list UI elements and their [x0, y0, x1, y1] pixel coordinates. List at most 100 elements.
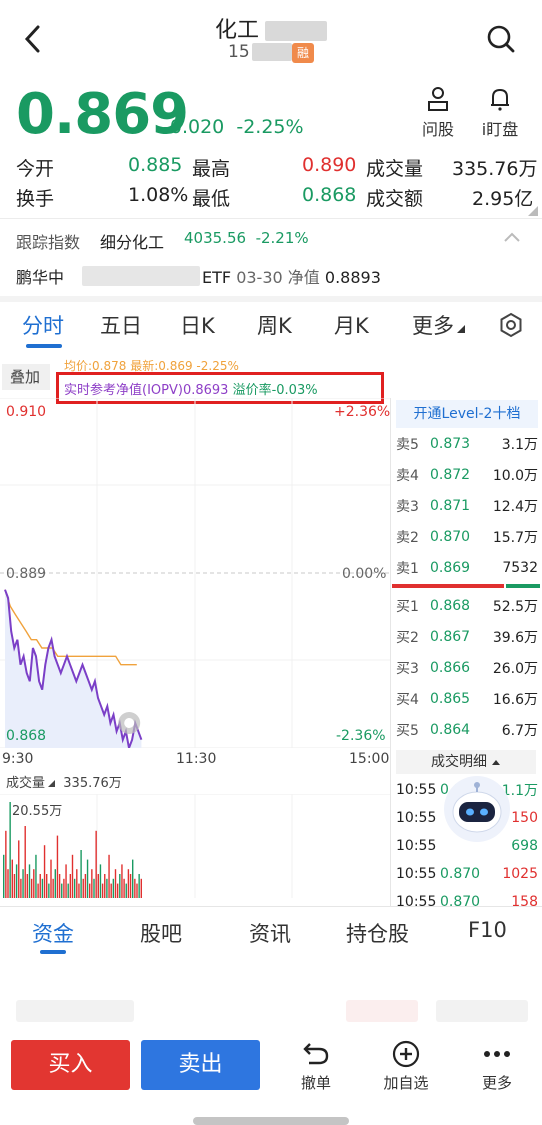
pct-top-label: +2.36% — [334, 404, 391, 420]
pct-bottom-label: -2.36% — [336, 728, 386, 744]
volume-bar — [33, 869, 35, 898]
undo-icon — [303, 1043, 329, 1065]
volume-bar — [39, 874, 41, 898]
tab-forum[interactable]: 股吧 — [140, 918, 182, 948]
volume-bar — [99, 864, 102, 898]
page-title: 化工 — [0, 12, 542, 44]
level2-button[interactable]: 开通Level-2十档 — [396, 400, 538, 428]
ask-row[interactable]: 卖2 0.870 15.7万 — [396, 521, 538, 553]
volume-chart — [0, 794, 390, 898]
volume-bar — [110, 883, 112, 898]
volume-bar — [5, 830, 7, 898]
tracking-index-value: 4035.56 -2.21% — [184, 229, 309, 247]
ask-level-label: 卖1 — [396, 561, 419, 577]
add-watchlist-button[interactable]: 加自选 — [376, 1040, 436, 1093]
sell-button[interactable]: 卖出 — [141, 1040, 260, 1090]
volume-bar — [76, 869, 78, 898]
bid-price: 0.866 — [430, 660, 471, 676]
volume-bar — [37, 883, 39, 898]
divider — [0, 906, 542, 907]
y-mid-label: 0.889 — [6, 566, 47, 582]
volume-bar — [11, 859, 13, 898]
volume-bar — [13, 874, 16, 898]
divider — [0, 218, 542, 219]
ask-stock-button[interactable]: 问股 — [416, 86, 460, 140]
volume-bar — [140, 878, 142, 898]
bid-level-label: 买5 — [396, 723, 419, 739]
tab-daily-k[interactable]: 日K — [180, 310, 215, 340]
robot-icon — [452, 782, 502, 833]
ask-level-label: 卖3 — [396, 499, 419, 515]
volume-bar — [108, 854, 110, 898]
bid-row[interactable]: 买4 0.865 16.6万 — [396, 683, 538, 715]
bell-icon — [491, 88, 509, 111]
volume-bar — [119, 874, 121, 898]
fund-name[interactable]: 鹏华中 — [16, 264, 64, 288]
home-indicator[interactable] — [193, 1117, 349, 1125]
ask-volume: 3.1万 — [501, 437, 538, 453]
bid-row[interactable]: 买1 0.868 52.5万 — [396, 590, 538, 622]
fund-info: ETF 03-30 净值 0.8893 — [202, 268, 381, 287]
volume-bar — [35, 854, 37, 898]
tab-weekly-k[interactable]: 周K — [257, 310, 292, 340]
redacted-block — [346, 1000, 418, 1022]
bid-row[interactable]: 买5 0.864 6.7万 — [396, 714, 538, 746]
stat-low-value: 0.868 — [302, 184, 357, 206]
ask-row[interactable]: 卖1 0.869 7532 — [396, 552, 538, 584]
trade-detail-header[interactable]: 成交明细 — [396, 750, 536, 774]
stat-amount-value: 2.95亿 — [472, 188, 534, 210]
y-bottom-label: 0.868 — [6, 728, 47, 744]
stat-low-label: 最低 — [192, 188, 231, 210]
tab-holdings[interactable]: 持仓股 — [346, 918, 409, 948]
ask-row[interactable]: 卖3 0.871 12.4万 — [396, 490, 538, 522]
stat-open-value: 0.885 — [128, 154, 183, 176]
trade-time: 10:55 — [396, 866, 437, 882]
stat-turnover-value: 1.08% — [128, 184, 189, 206]
volume-bar — [89, 883, 91, 898]
volume-bar — [104, 874, 106, 898]
buy-button[interactable]: 买入 — [11, 1040, 130, 1090]
more-button[interactable]: 更多 — [467, 1040, 527, 1093]
stat-volume-value: 335.76万 — [452, 158, 538, 180]
last-point-dot — [124, 718, 135, 728]
cancel-order-button[interactable]: 撤单 — [286, 1040, 346, 1093]
search-button[interactable] — [486, 24, 516, 58]
ask-row[interactable]: 卖5 0.873 3.1万 — [396, 428, 538, 460]
tab-intraday[interactable]: 分时 — [22, 310, 64, 340]
intraday-chart[interactable] — [0, 398, 390, 748]
assistant-robot-button[interactable] — [444, 776, 510, 842]
bid-row[interactable]: 买3 0.866 26.0万 — [396, 652, 538, 684]
tab-more[interactable]: 更多 — [412, 310, 465, 340]
bid-volume: 39.6万 — [492, 630, 538, 646]
ask-price: 0.871 — [430, 498, 471, 514]
trade-price: 0.870 — [440, 894, 481, 910]
volume-bar — [127, 869, 130, 898]
tab-news[interactable]: 资讯 — [249, 918, 291, 948]
corner-icon — [457, 325, 465, 333]
bid-row[interactable]: 买2 0.867 39.6万 — [396, 621, 538, 653]
tab-monthly-k[interactable]: 月K — [334, 310, 369, 340]
ask-price: 0.873 — [430, 436, 471, 452]
chevron-up-icon[interactable] — [502, 230, 522, 244]
bid-volume: 26.0万 — [492, 661, 538, 677]
volume-bar — [138, 874, 140, 898]
watch-button[interactable]: i盯盘 — [478, 86, 522, 140]
x-tick-mid: 11:30 — [176, 751, 217, 767]
volume-bar — [121, 864, 123, 898]
ask-row[interactable]: 卖4 0.872 10.0万 — [396, 459, 538, 491]
settings-icon[interactable] — [498, 312, 524, 338]
x-tick-start: 9:30 — [2, 751, 34, 767]
tab-f10[interactable]: F10 — [468, 918, 507, 942]
tab-capital[interactable]: 资金 — [32, 918, 74, 948]
trade-time: 10:55 — [396, 894, 437, 910]
volume-bar — [61, 883, 63, 898]
volume-label[interactable]: 成交量 335.76万 — [6, 772, 122, 791]
avg-price-line — [4, 589, 137, 666]
ask-level-label: 卖2 — [396, 530, 419, 546]
overlay-button[interactable]: 叠加 — [2, 364, 50, 390]
section-gap — [0, 296, 542, 302]
tab-five-day[interactable]: 五日 — [100, 310, 142, 340]
tab-underline — [40, 950, 66, 954]
volume-bar — [106, 878, 108, 898]
x-tick-end: 15:00 — [349, 751, 390, 767]
